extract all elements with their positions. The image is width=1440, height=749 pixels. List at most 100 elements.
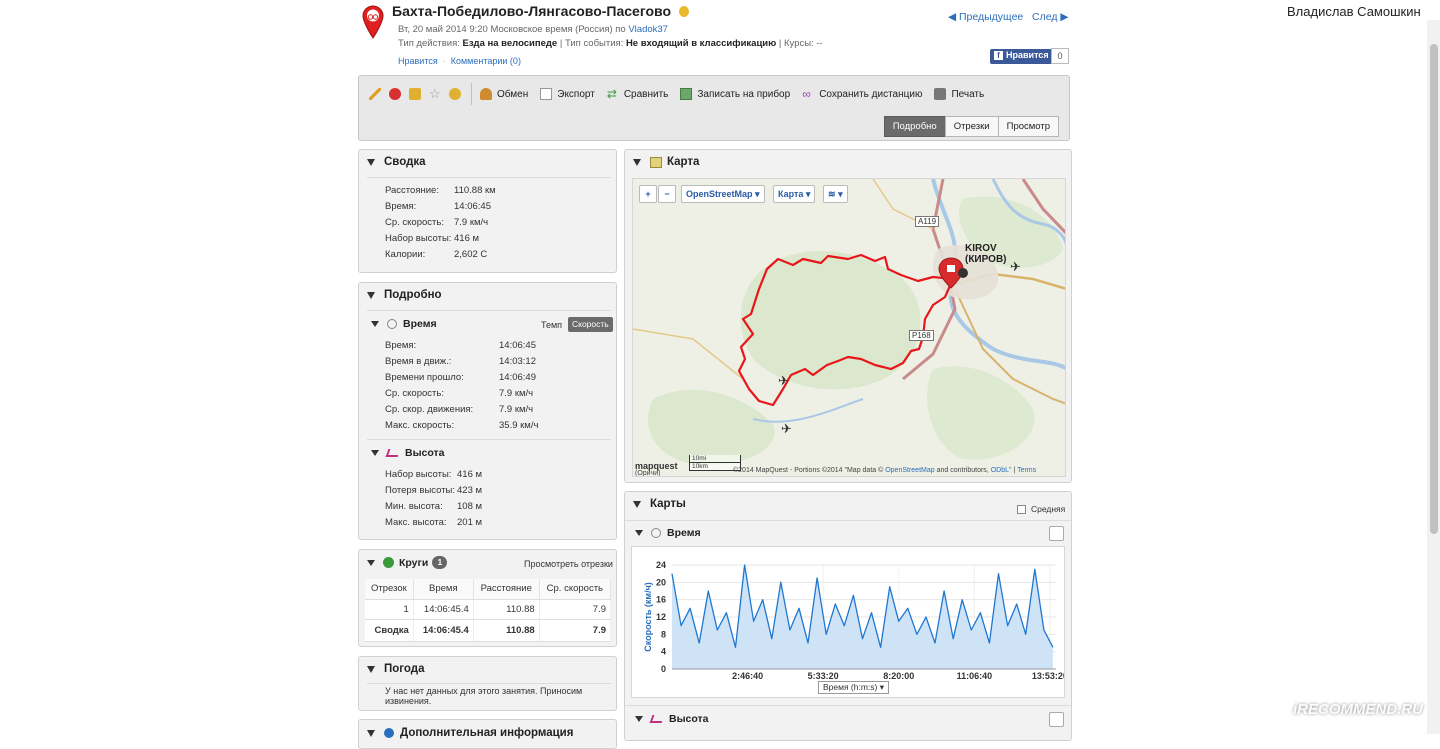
lock-icon[interactable] [409,88,421,100]
print-button[interactable]: Печать [934,88,984,100]
x-tick-label: 11:06:40 [957,671,993,681]
road-label-a119: A119 [915,216,940,227]
collapse-icon [367,729,375,737]
laps-column-header[interactable]: Время [413,579,474,600]
y-tick-label: 8 [661,629,666,639]
collapse-icon [633,500,641,508]
chevron-down-icon: ▾ [805,189,811,199]
map-place-label: (Оричи) [635,470,661,477]
stat-row: Макс. высота: 201 м [385,517,482,528]
laps-column-header[interactable]: Ср. скорость [539,579,612,600]
compare-icon: ⇄ [606,87,617,101]
collapse-icon [367,158,375,166]
stat-row: Время: 14:06:45 [385,201,491,212]
svg-text:✈: ✈ [781,422,792,437]
zoom-in-button[interactable]: + [639,185,657,203]
speed-chart[interactable]: 0 4 8 12 16 20 24 2:46:40 5:33:20 8:20:00 11:06:40… [631,546,1068,698]
stat-value: 423 м [457,485,483,496]
extra-info-header[interactable]: Дополнительная информация [367,727,573,739]
share-button[interactable]: Обмен [480,88,528,100]
x-tick-label: 8:20:00 [883,671,914,681]
delete-icon[interactable] [389,88,401,100]
expand-icon[interactable] [1049,712,1064,727]
summary-header[interactable]: Сводка [367,156,426,168]
tab-player[interactable]: Просмотр [997,116,1059,137]
compare-button[interactable]: ⇄ Сравнить [607,88,669,100]
send-to-device-button[interactable]: Записать на прибор [680,88,790,100]
star-icon[interactable]: ☆ [429,87,441,100]
clock-icon [387,319,397,329]
laps-column-header[interactable]: Расстояние [473,579,540,600]
chevron-left-icon: ◀ [948,11,957,23]
collapse-icon [635,716,643,722]
facebook-like-button[interactable]: f Нравится [990,49,1054,64]
stat-value: 14:06:49 [499,372,536,383]
map-header[interactable]: Карта [633,156,699,168]
elevation-chart-header[interactable]: Высота [635,713,709,725]
odbl-link[interactable]: ODbL" [991,467,1012,474]
weather-no-data: У нас нет данных для этого занятия. Прин… [385,686,583,706]
stat-label: Ср. скор. движения: [385,404,474,415]
details-header[interactable]: Подробно [367,289,442,301]
terms-link[interactable]: Terms [1017,467,1036,474]
y-tick-label: 24 [656,560,666,570]
activity-type[interactable]: Езда на велосипеде [463,38,558,49]
laps-column-header[interactable]: Отрезок [365,579,414,600]
elevation-icon [385,449,401,457]
stat-label: Время: [385,340,417,351]
prev-activity-link[interactable]: ◀ Предыдущее [948,11,1023,23]
stat-label: Ср. скорость: [385,217,444,228]
laps-icon [383,557,394,568]
expand-icon[interactable] [1049,526,1064,541]
tab-details[interactable]: Подробно [883,116,946,137]
time-chart-header[interactable]: Время [635,527,701,539]
xaxis-select[interactable]: Время (h:m:s) ▾ [818,681,890,694]
route-map[interactable]: ✈ ✈ ✈ + − OpenStreetMap ▾ Карта ▾ ≋ ▾ KI… [632,178,1066,477]
weather-header[interactable]: Погода [367,663,425,675]
stat-row: Мин. высота: 108 м [385,501,482,512]
save-course-button[interactable]: ∞ Сохранить дистанцию [802,88,922,100]
user-name[interactable]: Владислав Самошкин [1287,4,1421,19]
collapse-icon [633,158,641,166]
scrollbar-thumb[interactable] [1430,44,1438,534]
table-row[interactable]: 1 14:06:45.4 110.88 7.9 [365,599,612,620]
average-checkbox[interactable]: Средняя [1017,504,1065,514]
edit-icon[interactable] [369,88,381,100]
laps-header[interactable]: Круги 1 [367,556,448,569]
map-layers-button[interactable]: ≋ ▾ [823,185,848,203]
time-section-header[interactable]: Время [371,318,437,330]
comments-link[interactable]: Комментарии (0) [451,56,521,66]
elevation-section-header[interactable]: Высота [371,447,445,459]
collapse-icon [367,559,375,566]
svg-text:✈: ✈ [778,374,789,389]
view-splits-link[interactable]: Просмотреть отрезки [524,559,613,569]
stat-row: Макс. скорость: 35.9 км/ч [385,420,538,431]
activity-title[interactable]: Бахта-Победилово-Лянгасово-Пасегово [392,3,689,19]
osm-link[interactable]: OpenStreetMap [885,467,934,474]
next-activity-link[interactable]: След ▶ [1032,11,1068,23]
toggle-speed[interactable]: Скорость [568,317,613,332]
export-button[interactable]: Экспорт [540,88,595,100]
event-type[interactable]: Не входящий в классификацию [626,38,776,49]
medal-icon[interactable] [449,88,461,100]
map-provider-select[interactable]: OpenStreetMap ▾ [681,185,765,203]
stat-label: Ср. скорость: [385,388,444,399]
toggle-pace[interactable]: Темп [541,320,562,330]
y-tick-label: 20 [656,577,666,587]
stat-value: 14:06:45 [454,201,491,212]
tab-splits[interactable]: Отрезки [944,116,999,137]
stat-row: Времени прошло: 14:06:49 [385,372,536,383]
map-attribution: ©2014 MapQuest - Portions ©2014 "Map dat… [733,467,1037,474]
author-link[interactable]: Vladok37 [628,24,668,35]
stat-value: 416 м [454,233,480,244]
zoom-out-button[interactable]: − [658,185,676,203]
map-type-select[interactable]: Карта ▾ [773,185,816,203]
printer-icon [934,88,947,100]
svg-text:✈: ✈ [1010,260,1021,275]
like-link[interactable]: Нравится [398,56,438,66]
charts-header[interactable]: Карты [633,498,686,510]
stat-value: 7.9 км/ч [454,217,489,228]
medal-icon [678,6,689,17]
collapse-icon [367,291,375,299]
speed-chart-svg: 0 4 8 12 16 20 24 2:46:40 5:33:20 8:20:00 11:06:40… [643,560,1068,681]
